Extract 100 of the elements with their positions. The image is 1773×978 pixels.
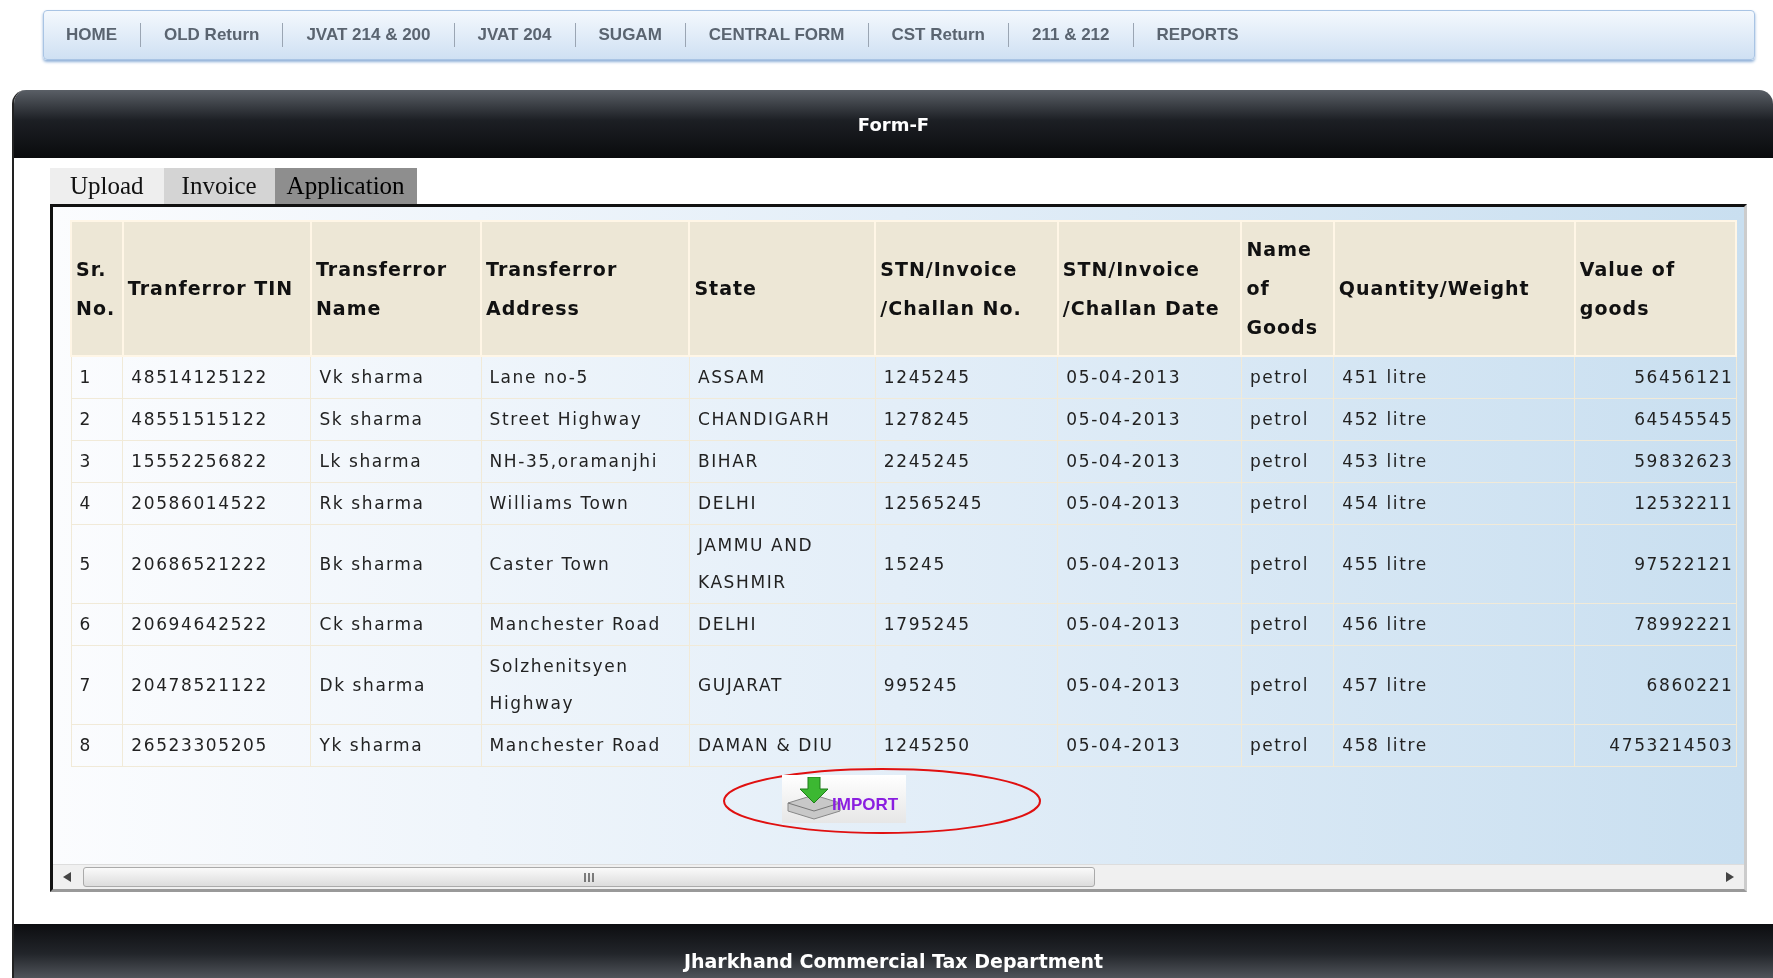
table-cell: 05-04-2013 — [1057, 440, 1242, 483]
table-cell: 1245245 — [875, 356, 1058, 399]
table-cell: Ck sharma — [310, 603, 482, 646]
table-cell: 97522121 — [1574, 524, 1736, 604]
table-cell: 48514125122 — [122, 356, 311, 399]
nav-link[interactable]: HOME — [66, 25, 140, 45]
table-cell: petrol — [1241, 440, 1334, 483]
table-cell: 15552256822 — [122, 440, 311, 483]
column-header: Transferror Name — [310, 221, 482, 356]
nav-link[interactable]: JVAT 214 & 200 — [283, 25, 454, 45]
table-cell: 20586014522 — [122, 482, 311, 525]
table-cell: 2245245 — [875, 440, 1058, 483]
nav-link[interactable]: REPORTS — [1133, 25, 1262, 45]
panel-title: Form-F — [857, 113, 930, 135]
table-cell: Williams Town — [481, 482, 690, 525]
table-cell: 26523305205 — [122, 724, 311, 767]
table-cell: Lane no-5 — [481, 356, 690, 399]
table-cell: 4 — [71, 482, 123, 525]
horizontal-scrollbar[interactable] — [53, 864, 1744, 889]
table-cell: 1795245 — [875, 603, 1058, 646]
table-cell: petrol — [1241, 356, 1334, 399]
table-cell: 4753214503 — [1574, 724, 1736, 767]
table-cell: NH-35,oramanjhi — [481, 440, 690, 483]
table-cell: 48551515122 — [122, 398, 311, 441]
table-cell: 05-04-2013 — [1057, 724, 1242, 767]
table-cell: 451 litre — [1333, 356, 1575, 399]
table-cell: 3 — [71, 440, 123, 483]
table-cell: 1 — [71, 356, 123, 399]
table-cell: DELHI — [689, 603, 876, 646]
table-cell: 7 — [71, 645, 123, 725]
table-cell: 64545545 — [1574, 398, 1736, 441]
table-cell: 20694642522 — [122, 603, 311, 646]
table-cell: petrol — [1241, 724, 1334, 767]
table-cell: petrol — [1241, 524, 1334, 604]
grip-icon — [583, 872, 595, 882]
table-cell: Lk sharma — [310, 440, 482, 483]
table-cell: 05-04-2013 — [1057, 482, 1242, 525]
table-cell: Solzhenitsyen Highway — [481, 645, 690, 725]
tab[interactable]: Invoice — [163, 168, 275, 204]
table-cell: DELHI — [689, 482, 876, 525]
table-cell: 1278245 — [875, 398, 1058, 441]
table-cell: 59832623 — [1574, 440, 1736, 483]
column-header: STN/Invoice /Challan No. — [875, 221, 1058, 356]
column-header: Name of Goods — [1241, 221, 1334, 356]
table-cell: 453 litre — [1333, 440, 1575, 483]
table-cell: 456 litre — [1333, 603, 1575, 646]
table-cell: Dk sharma — [310, 645, 482, 725]
table-cell: 20686521222 — [122, 524, 311, 604]
table-cell: Manchester Road — [481, 603, 690, 646]
table-cell: CHANDIGARH — [689, 398, 876, 441]
table-cell: 15245 — [875, 524, 1058, 604]
table-cell: ASSAM — [689, 356, 876, 399]
scroll-right-icon[interactable] — [1726, 872, 1734, 882]
scroll-thumb[interactable] — [83, 867, 1095, 887]
table-cell: 6 — [71, 603, 123, 646]
table-cell: 20478521122 — [122, 645, 311, 725]
table-cell: Manchester Road — [481, 724, 690, 767]
nav-link[interactable]: 211 & 212 — [1009, 25, 1133, 45]
table-cell: petrol — [1241, 482, 1334, 525]
table-cell: 78992221 — [1574, 603, 1736, 646]
column-header: Transferror Address — [481, 221, 690, 356]
table-cell: 1245250 — [875, 724, 1058, 767]
table-cell: Rk sharma — [310, 482, 482, 525]
table-cell: Caster Town — [481, 524, 690, 604]
column-header: Value of goods — [1574, 221, 1736, 356]
table-cell: DAMAN & DIU — [689, 724, 876, 767]
table-cell: 56456121 — [1574, 356, 1736, 399]
column-header: STN/Invoice /Challan Date — [1057, 221, 1242, 356]
nav-link[interactable]: SUGAM — [575, 25, 685, 45]
import-button[interactable]: IMPORT — [782, 775, 907, 823]
table-cell: 5 — [71, 524, 123, 604]
table-cell: 05-04-2013 — [1057, 524, 1242, 604]
table-cell: 12532211 — [1574, 482, 1736, 525]
table-cell: 6860221 — [1574, 645, 1736, 725]
table-cell: Sk sharma — [310, 398, 482, 441]
table-cell: Bk sharma — [310, 524, 482, 604]
table-cell: JAMMU AND KASHMIR — [689, 524, 876, 604]
table-cell: petrol — [1241, 645, 1334, 725]
table-cell: 2 — [71, 398, 123, 441]
footer-text: Jharkhand Commercial Tax Department — [683, 950, 1104, 972]
table-cell: petrol — [1241, 603, 1334, 646]
table-cell: BIHAR — [689, 440, 876, 483]
nav-link[interactable]: CST Return — [868, 25, 1008, 45]
nav-link[interactable]: CENTRAL FORM — [685, 25, 868, 45]
table-cell: 05-04-2013 — [1057, 645, 1242, 725]
table-cell: 05-04-2013 — [1057, 356, 1242, 399]
table-cell: Street Highway — [481, 398, 690, 441]
scroll-left-icon[interactable] — [63, 872, 71, 882]
nav-link[interactable]: JVAT 204 — [454, 25, 575, 45]
tab[interactable]: Upload — [50, 168, 164, 204]
table-cell: 455 litre — [1333, 524, 1575, 604]
column-header: Quantity/Weight — [1333, 221, 1575, 356]
table-cell: 12565245 — [875, 482, 1058, 525]
nav-link[interactable]: OLD Return — [141, 25, 283, 45]
table-cell: 458 litre — [1333, 724, 1575, 767]
column-header: Tranferror TIN — [122, 221, 311, 356]
column-header: Sr. No. — [71, 221, 123, 356]
tab[interactable]: Application — [274, 168, 417, 204]
column-header: State — [689, 221, 876, 356]
table-cell: GUJARAT — [689, 645, 876, 725]
